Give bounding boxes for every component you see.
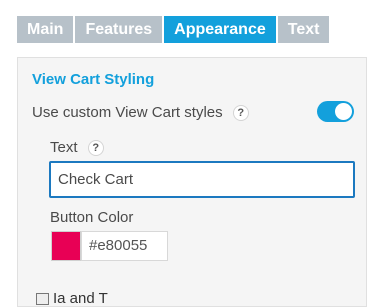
- color-swatch[interactable]: [51, 231, 81, 261]
- tab-appearance[interactable]: Appearance: [164, 16, 276, 43]
- tab-text[interactable]: Text: [277, 16, 330, 43]
- section-title: View Cart Styling: [32, 71, 155, 88]
- text-field-label: Text: [50, 139, 78, 156]
- text-input[interactable]: Check Cart: [49, 161, 355, 198]
- help-icon[interactable]: ?: [232, 105, 249, 122]
- cut-off-row: Ia and T: [36, 290, 108, 307]
- cut-off-row-text: Ia and T: [53, 290, 108, 307]
- help-icon[interactable]: ?: [87, 140, 104, 157]
- custom-styles-label: Use custom View Cart styles: [32, 104, 223, 121]
- color-hex-input[interactable]: #e80055: [81, 231, 168, 261]
- toggle-knob: [335, 103, 352, 120]
- view-cart-styling-panel: View Cart Styling Use custom View Cart s…: [17, 57, 367, 307]
- custom-styles-row: Use custom View Cart styles ?: [32, 104, 249, 122]
- custom-styles-toggle[interactable]: [317, 101, 354, 122]
- tab-features[interactable]: Features: [75, 16, 163, 43]
- tab-bar: Main Features Appearance Text: [17, 16, 331, 43]
- button-color-label: Button Color: [50, 209, 134, 226]
- text-field-label-row: Text ?: [50, 139, 104, 157]
- tab-main[interactable]: Main: [17, 16, 74, 43]
